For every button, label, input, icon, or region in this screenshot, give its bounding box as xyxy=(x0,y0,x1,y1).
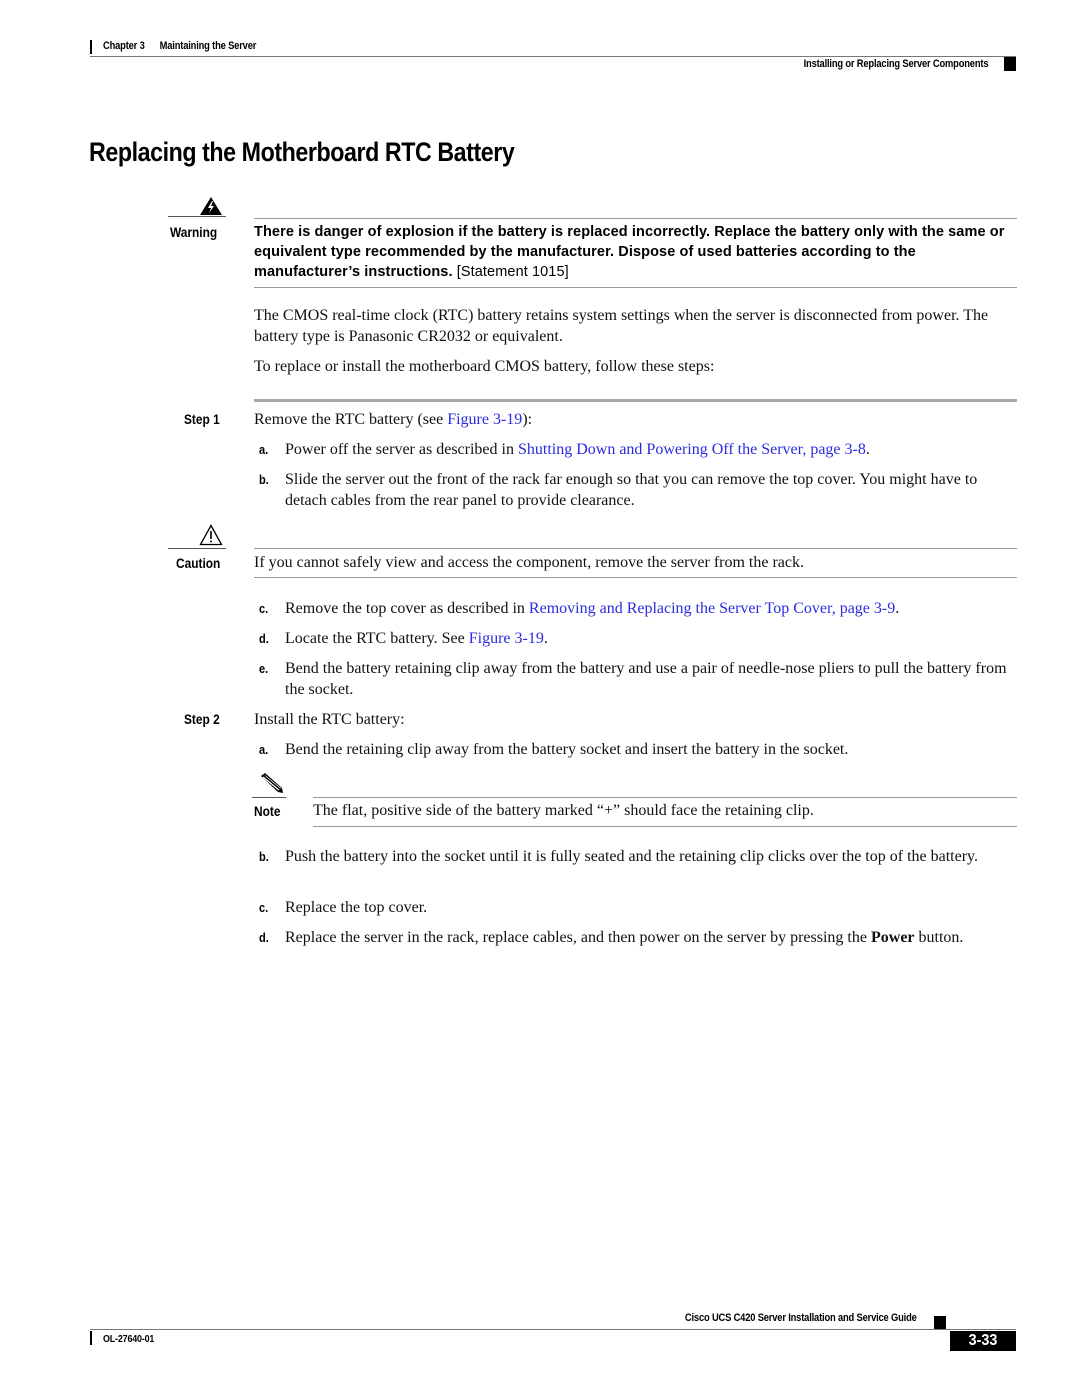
step-2a-letter: a. xyxy=(259,742,269,757)
footer-rule xyxy=(90,1329,1016,1330)
caution-text: If you cannot safely view and access the… xyxy=(254,554,804,571)
page-number: 3-33 xyxy=(968,1332,998,1349)
header-left-bar xyxy=(90,40,92,54)
chapter-number: Chapter 3 xyxy=(103,40,145,52)
step-2c-letter: c. xyxy=(259,900,269,915)
warning-text: There is danger of explosion if the batt… xyxy=(254,222,1019,282)
step-2c-text: Replace the top cover. xyxy=(285,899,428,916)
warning-label: Warning xyxy=(170,224,218,240)
page-number-box: 3-33 xyxy=(950,1331,1016,1351)
note-icon-rule xyxy=(252,797,286,798)
figure-3-19-link[interactable]: Figure 3-19 xyxy=(447,411,522,428)
step-2a-text: Bend the retaining clip away from the ba… xyxy=(285,741,849,758)
step-1d-text: Locate the RTC battery. See Figure 3-19. xyxy=(285,630,548,647)
header-rule xyxy=(90,56,1016,57)
step-1a-text: Power off the server as described in Shu… xyxy=(285,441,870,458)
note-text: The flat, positive side of the battery m… xyxy=(313,802,814,819)
caution-label: Caution xyxy=(176,555,221,571)
header-section: Installing or Replacing Server Component… xyxy=(803,58,988,70)
step-1e-text: Bend the battery retaining clip away fro… xyxy=(285,660,1007,698)
warning-bottom-rule xyxy=(254,287,1017,288)
page-title: Replacing the Motherboard RTC Battery xyxy=(89,137,515,167)
power-button-term: Power xyxy=(870,929,915,946)
header-marker-block xyxy=(1004,57,1016,71)
intro-paragraph-2: To replace or install the motherboard CM… xyxy=(254,358,715,375)
note-bottom-rule xyxy=(313,826,1017,827)
footer-guide-title: Cisco UCS C420 Server Installation and S… xyxy=(685,1312,917,1324)
step-1d-letter: d. xyxy=(259,631,269,646)
caution-triangle-icon xyxy=(199,524,223,551)
figure-3-19-link-2[interactable]: Figure 3-19 xyxy=(469,630,544,647)
footer-marker-block xyxy=(934,1316,946,1330)
step-2d-text: Replace the server in the rack, replace … xyxy=(285,929,964,946)
step-1b-text: Slide the server out the front of the ra… xyxy=(285,471,978,509)
caution-top-rule xyxy=(254,548,1017,549)
step-1c-text: Remove the top cover as described in Rem… xyxy=(285,600,900,617)
shutting-down-link[interactable]: Shutting Down and Powering Off the Serve… xyxy=(518,441,866,458)
step-1c-letter: c. xyxy=(259,601,269,616)
caution-bottom-rule xyxy=(254,577,1017,578)
note-pencil-icon xyxy=(258,773,284,800)
warning-text-bold: There is danger of explosion if the batt… xyxy=(254,224,1005,280)
warning-top-rule xyxy=(254,218,1017,219)
step-1e-letter: e. xyxy=(259,661,269,676)
step-1-label: Step 1 xyxy=(184,411,220,427)
header-chapter: Chapter 3 Maintaining the Server xyxy=(103,40,256,52)
step-2-text: Install the RTC battery: xyxy=(254,711,405,728)
step-2-label: Step 2 xyxy=(184,711,220,727)
step-2b-letter: b. xyxy=(259,849,269,864)
warning-icon-rule xyxy=(168,216,226,217)
step-1-text: Remove the RTC battery (see Figure 3-19)… xyxy=(254,411,533,428)
footer-left-bar xyxy=(90,1331,92,1345)
procedure-rule xyxy=(254,399,1017,402)
removing-top-cover-link[interactable]: Removing and Replacing the Server Top Co… xyxy=(529,600,895,617)
step-2d-letter: d. xyxy=(259,930,269,945)
warning-lightning-icon xyxy=(199,196,223,221)
note-top-rule xyxy=(313,797,1017,798)
caution-icon-rule xyxy=(168,548,226,549)
note-label: Note xyxy=(254,803,281,819)
warning-statement: [Statement 1015] xyxy=(456,264,569,280)
step-1a-letter: a. xyxy=(259,442,269,457)
step-1b-letter: b. xyxy=(259,472,269,487)
intro-paragraph-1: The CMOS real-time clock (RTC) battery r… xyxy=(254,307,989,345)
step-2b-text: Push the battery into the socket until i… xyxy=(285,848,979,865)
footer-doc-number: OL-27640-01 xyxy=(103,1333,155,1345)
chapter-title: Maintaining the Server xyxy=(159,40,257,52)
